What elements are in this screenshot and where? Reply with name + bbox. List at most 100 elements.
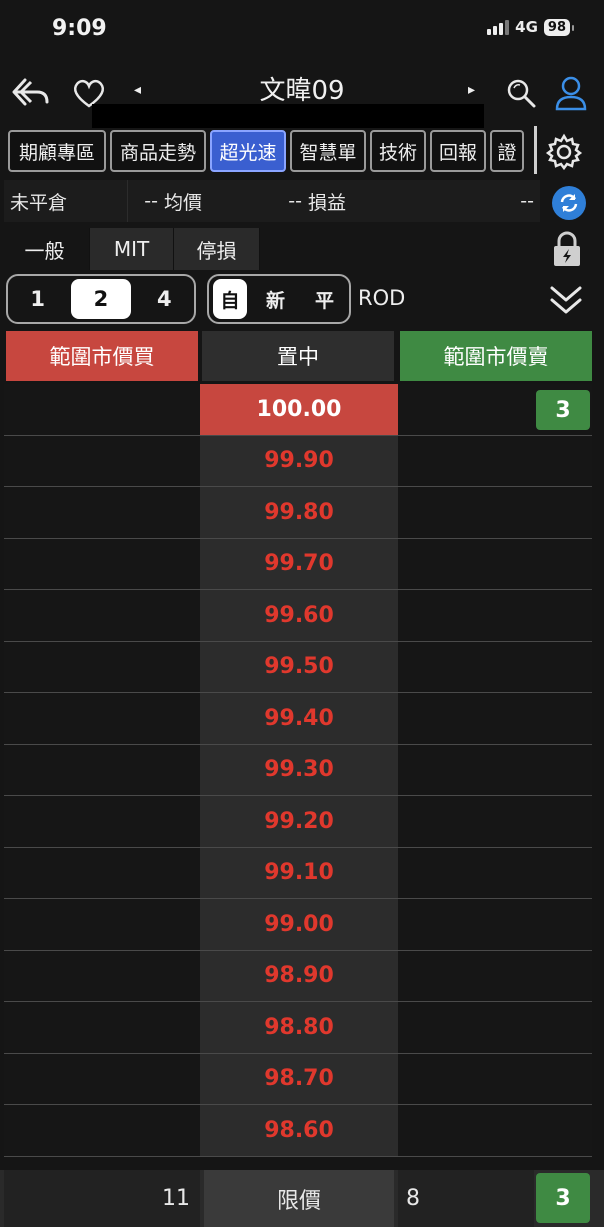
tab-stop-loss[interactable]: 停損 (174, 228, 260, 270)
status-indicators: 4G 98 (487, 18, 575, 36)
tab-securities[interactable]: 證 (490, 130, 524, 172)
sell-cell[interactable] (398, 847, 592, 898)
bottom-summary: 11 限價 8 3 (0, 1170, 604, 1227)
sell-cell[interactable] (398, 950, 592, 1001)
search-icon[interactable] (500, 72, 542, 114)
sell-cell[interactable] (398, 1053, 592, 1104)
status-bar: 9:09 4G 98 (0, 0, 604, 58)
signal-icon (487, 19, 510, 35)
ladder-row: 99.00 (4, 899, 592, 951)
buy-cell[interactable] (4, 1002, 200, 1053)
sell-cell[interactable] (398, 538, 592, 589)
pnl-value: -- (520, 190, 534, 212)
sell-cell[interactable] (398, 1105, 592, 1156)
market-buy-button[interactable]: 範圍市價買 (6, 331, 198, 381)
buy-cell[interactable] (4, 487, 200, 538)
open-close-selector: 自 新 平 (207, 274, 351, 324)
price-cell: 99.30 (200, 744, 398, 795)
sell-cell[interactable] (398, 796, 592, 847)
ladder-row: 98.80 (4, 1002, 592, 1054)
new-option[interactable]: 新 (251, 276, 300, 322)
open-position-value: -- 均價 (144, 190, 202, 214)
lot-option-1[interactable]: 1 (8, 276, 67, 322)
sell-qty-badge: 3 (536, 390, 590, 430)
ladder-row: 99.40 (4, 693, 592, 745)
open-position-label: 未平倉 (4, 180, 128, 222)
chevron-double-down-icon[interactable] (546, 282, 586, 318)
price-cell: 99.20 (200, 796, 398, 847)
lot-option-4[interactable]: 4 (135, 276, 194, 322)
buy-cell[interactable] (4, 1105, 200, 1156)
buy-cell[interactable] (4, 590, 200, 641)
buy-cell[interactable] (4, 435, 200, 486)
buy-cell[interactable] (4, 384, 200, 435)
lot-selector: 1 2 4 (6, 274, 196, 324)
auto-option[interactable]: 自 (213, 279, 247, 319)
function-tabs: 期顧專區 商品走勢 超光速 智慧單 技術 回報 證 (8, 130, 524, 174)
sell-cell[interactable] (398, 487, 592, 538)
lock-icon[interactable] (548, 230, 586, 268)
buy-cell[interactable] (4, 847, 200, 898)
ladder-row: 99.10 (4, 847, 592, 899)
price-cell: 98.80 (200, 1002, 398, 1053)
status-time: 9:09 (52, 16, 107, 41)
price-cell: 99.90 (200, 435, 398, 486)
position-bar: 未平倉 -- 均價 -- 損益 -- (4, 180, 540, 222)
sell-cell[interactable] (398, 435, 592, 486)
price-cell: 98.90 (200, 950, 398, 1001)
buy-cell[interactable] (4, 950, 200, 1001)
ladder-row: 99.90 (4, 435, 592, 487)
price-cell: 98.60 (200, 1105, 398, 1156)
tab-divider (534, 126, 537, 174)
ladder-row: 99.30 (4, 744, 592, 796)
sell-cell[interactable] (398, 590, 592, 641)
price-cell: 99.10 (200, 847, 398, 898)
buy-cell[interactable] (4, 899, 200, 950)
buy-cell[interactable] (4, 693, 200, 744)
tab-mit[interactable]: MIT (90, 228, 174, 270)
tab-report[interactable]: 回報 (430, 130, 486, 172)
market-sell-button[interactable]: 範圍市價賣 (400, 331, 592, 381)
ladder-row: 98.90 (4, 950, 592, 1002)
tab-product-trend[interactable]: 商品走勢 (110, 130, 206, 172)
sell-cell[interactable] (398, 1002, 592, 1053)
buy-cell[interactable] (4, 744, 200, 795)
sell-cell[interactable] (398, 744, 592, 795)
gear-icon[interactable] (544, 132, 584, 172)
tab-technical[interactable]: 技術 (370, 130, 426, 172)
lot-option-2[interactable]: 2 (71, 279, 131, 319)
buy-cell[interactable] (4, 1053, 200, 1104)
center-button[interactable]: 置中 (202, 331, 394, 381)
price-cell: 99.00 (200, 899, 398, 950)
buy-cell[interactable] (4, 538, 200, 589)
tab-lightspeed[interactable]: 超光速 (210, 130, 286, 172)
user-icon[interactable] (550, 72, 592, 114)
price-cell: 99.80 (200, 487, 398, 538)
sell-cell[interactable]: 3 (398, 384, 592, 435)
avg-price-value: -- 損益 (288, 190, 346, 214)
ladder-row: 99.60 (4, 590, 592, 642)
limit-price-button[interactable]: 限價 (204, 1170, 394, 1227)
sell-cell[interactable] (398, 641, 592, 692)
network-label: 4G (515, 18, 538, 36)
tab-smart-order[interactable]: 智慧單 (290, 130, 366, 172)
buy-cell[interactable] (4, 641, 200, 692)
ladder-row: 100.00 3 (4, 384, 592, 436)
sell-total: 8 (398, 1170, 534, 1227)
sell-cell[interactable] (398, 899, 592, 950)
sell-total-badge: 3 (536, 1173, 590, 1223)
ladder-row: 98.70 (4, 1053, 592, 1105)
price-cell: 99.50 (200, 641, 398, 692)
close-option[interactable]: 平 (300, 276, 349, 322)
refresh-icon[interactable] (552, 186, 586, 220)
ladder-row: 98.60 (4, 1105, 592, 1157)
next-arrow-icon[interactable]: ▸ (468, 82, 475, 98)
buy-cell[interactable] (4, 796, 200, 847)
ladder-row: 99.70 (4, 538, 592, 590)
order-condition[interactable]: ROD (358, 286, 405, 310)
tab-normal[interactable]: 一般 (0, 228, 90, 270)
sell-cell[interactable] (398, 693, 592, 744)
tab-futures-advisor[interactable]: 期顧專區 (8, 130, 106, 172)
order-type-tabs: 一般 MIT 停損 (0, 228, 260, 270)
price-cell: 99.70 (200, 538, 398, 589)
